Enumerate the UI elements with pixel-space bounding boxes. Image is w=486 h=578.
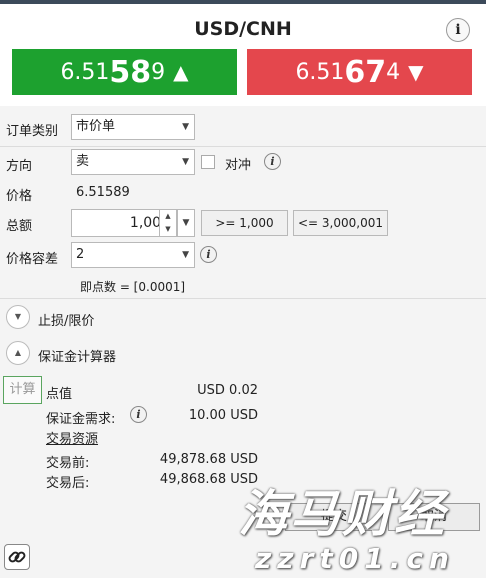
order-type-label: 订单类别 bbox=[6, 124, 59, 139]
expand-stop-limit-button[interactable]: ▼ bbox=[6, 305, 30, 329]
sell-price-button[interactable]: 6.51 67 4 ▼ bbox=[247, 49, 472, 95]
sell-price-suffix: 4 bbox=[386, 59, 401, 85]
down-arrow-icon: ▼ bbox=[408, 60, 424, 84]
slippage-info-icon[interactable]: i bbox=[200, 246, 217, 263]
divider bbox=[0, 298, 486, 299]
chevron-down-icon: ▼ bbox=[14, 312, 22, 321]
step-up-icon[interactable]: ▲ bbox=[160, 210, 176, 223]
direction-value: 卖 bbox=[76, 154, 90, 169]
amount-label: 总额 bbox=[6, 219, 33, 234]
sell-price-prefix: 6.51 bbox=[295, 59, 345, 85]
chevron-down-icon: ▼ bbox=[182, 157, 189, 167]
slippage-value: 2 bbox=[76, 247, 85, 262]
buy-price-prefix: 6.51 bbox=[60, 59, 110, 85]
collapse-margin-calc-button[interactable]: ▲ bbox=[6, 341, 30, 365]
min-amount-button[interactable]: >= 1,000 bbox=[201, 210, 288, 236]
order-type-select[interactable]: 市价单 ▼ bbox=[71, 114, 195, 140]
margin-requirement-label: 保证金需求: bbox=[46, 412, 116, 427]
order-type-value: 市价单 bbox=[76, 119, 116, 134]
order-form: 订单类别 市价单 ▼ 方向 卖 ▼ 对冲 i 价格 6.51589 总额 1,0… bbox=[0, 106, 486, 578]
watermark-brand: 海马财经 bbox=[238, 485, 446, 543]
max-amount-button[interactable]: <= 3,000,001 bbox=[293, 210, 388, 236]
buy-price-big: 58 bbox=[109, 54, 152, 90]
step-down-icon[interactable]: ▼ bbox=[160, 223, 176, 236]
slippage-label: 价格容差 bbox=[6, 252, 59, 267]
amount-dropdown-button[interactable]: ▼ bbox=[177, 209, 195, 237]
price-label: 价格 bbox=[6, 189, 33, 204]
direction-select[interactable]: 卖 ▼ bbox=[71, 149, 195, 175]
margin-info-icon[interactable]: i bbox=[130, 406, 147, 423]
hedge-info-icon[interactable]: i bbox=[264, 153, 281, 170]
direction-label: 方向 bbox=[6, 159, 33, 174]
trading-resources-link[interactable]: 交易资源 bbox=[46, 428, 98, 447]
info-button[interactable]: i bbox=[446, 18, 470, 42]
link-icon[interactable] bbox=[4, 544, 30, 570]
watermark-url: zzrt01.cn bbox=[255, 542, 455, 575]
sell-price-big: 67 bbox=[344, 54, 387, 90]
before-trade-value: 49,878.68 USD bbox=[159, 452, 258, 467]
before-trade-label: 交易前: bbox=[46, 456, 90, 471]
after-trade-label: 交易后: bbox=[46, 476, 90, 491]
instrument-title: USD/CNH bbox=[194, 18, 292, 40]
divider bbox=[0, 146, 486, 147]
margin-requirement-value: 10.00 USD bbox=[188, 408, 258, 423]
buy-price-button[interactable]: 6.51 58 9 ▲ bbox=[12, 49, 237, 95]
stop-limit-label[interactable]: 止损/限价 bbox=[38, 310, 94, 329]
margin-calc-label[interactable]: 保证金计算器 bbox=[38, 346, 116, 365]
chevron-down-icon: ▼ bbox=[182, 250, 189, 260]
hedge-label: 对冲 bbox=[225, 158, 252, 173]
buy-price-suffix: 9 bbox=[151, 59, 166, 85]
price-value: 6.51589 bbox=[76, 185, 130, 200]
chevron-up-icon: ▲ bbox=[14, 348, 22, 357]
quote-header: USD/CNH i 6.51 58 9 ▲ 6.51 67 4 ▼ bbox=[0, 4, 486, 106]
pip-value: USD 0.02 bbox=[197, 383, 258, 398]
pips-note: 即点数 = [0.0001] bbox=[80, 280, 186, 294]
amount-stepper[interactable]: ▲ ▼ bbox=[159, 209, 177, 237]
up-arrow-icon: ▲ bbox=[173, 60, 189, 84]
calculate-button[interactable]: 计算 bbox=[3, 376, 42, 404]
hedge-checkbox[interactable] bbox=[201, 155, 215, 169]
chevron-down-icon: ▼ bbox=[182, 218, 190, 228]
chevron-down-icon: ▼ bbox=[182, 122, 189, 132]
slippage-select[interactable]: 2 ▼ bbox=[71, 242, 195, 268]
pip-value-label: 点值 bbox=[46, 387, 73, 402]
